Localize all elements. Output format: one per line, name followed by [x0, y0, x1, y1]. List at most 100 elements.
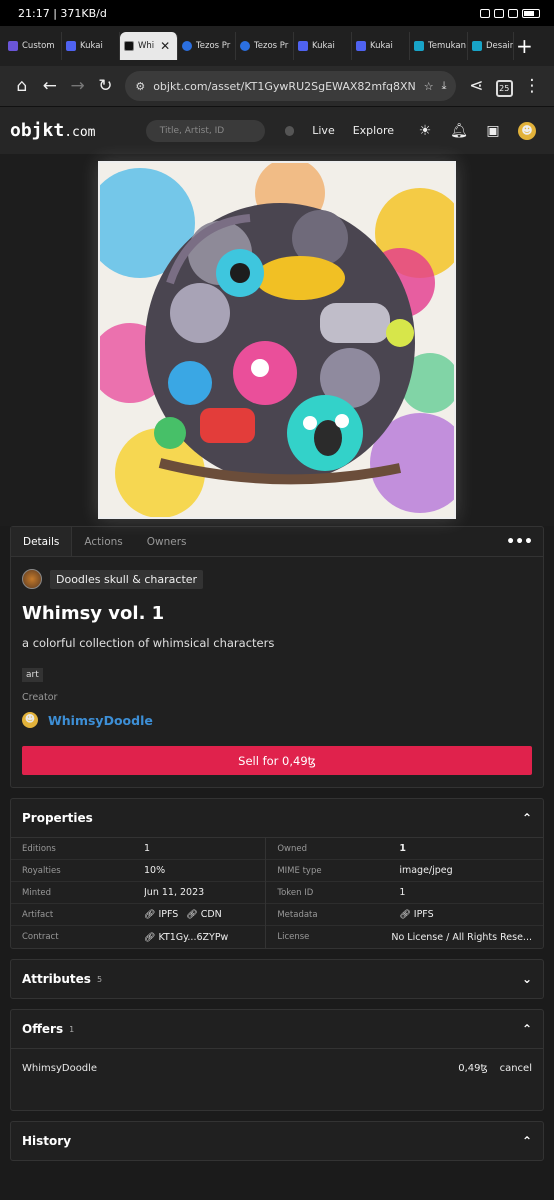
- properties-title: Properties: [22, 811, 93, 825]
- url-text: objkt.com/asset/KT1GywRU2SgEWAX82mfq8XN: [153, 79, 416, 93]
- chevron-up-icon[interactable]: ⌃: [522, 1022, 532, 1036]
- artwork-area: [0, 154, 554, 526]
- history-header[interactable]: History ⌃: [11, 1122, 543, 1160]
- forward-arrow-icon[interactable]: →: [64, 76, 92, 96]
- menu-kebab-icon[interactable]: ⋮: [518, 76, 546, 96]
- reload-icon[interactable]: ↻: [91, 76, 119, 96]
- status-bar: 21:17 | 371KB/d: [0, 0, 554, 26]
- attributes-title: Attributes: [22, 972, 91, 986]
- attributes-header[interactable]: Attributes 5 ⌄: [11, 960, 543, 998]
- link-icon: 🔗︎: [144, 932, 156, 943]
- browser-tab[interactable]: Tezos Pr: [236, 32, 294, 60]
- properties-right-column: Owned 1 MIME type image/jpeg Token ID 1 Met…: [265, 838, 543, 948]
- artifact-cdn-link[interactable]: 🔗︎ CDN: [186, 909, 222, 920]
- notification-bell-icon[interactable]: 🔔︎: [442, 123, 476, 139]
- offer-from[interactable]: WhimsyDoodle: [22, 1063, 97, 1074]
- tag-badge[interactable]: art: [22, 668, 43, 682]
- status-icons: [480, 8, 540, 18]
- token-description: a colorful collection of whimsical chara…: [22, 636, 275, 650]
- tab-favicon-icon: [414, 41, 424, 51]
- new-tab-icon[interactable]: +: [516, 34, 533, 58]
- nav-live-link[interactable]: Live: [312, 124, 334, 137]
- property-row: Metadata 🔗︎ IPFS: [266, 904, 543, 926]
- nav-explore-link[interactable]: Explore: [353, 124, 394, 137]
- offer-row: WhimsyDoodle 0,49ꜩ cancel: [11, 1048, 543, 1110]
- metadata-ipfs-link[interactable]: 🔗︎ IPFS: [399, 909, 433, 920]
- offers-count: 1: [69, 1024, 75, 1034]
- artifact-ipfs-link[interactable]: 🔗︎ IPFS: [144, 909, 178, 920]
- download-icon[interactable]: ⤓: [442, 79, 447, 93]
- browser-tab[interactable]: Kukai: [294, 32, 352, 60]
- site-info-icon[interactable]: ⚙: [135, 80, 145, 93]
- browser-tab-active[interactable]: Whi ✕: [120, 32, 178, 60]
- properties-card: Properties ⌃ Editions 1 Royalties 10% Mint…: [10, 798, 544, 949]
- avatar-icon: ☻: [518, 121, 536, 140]
- attributes-count: 5: [96, 974, 103, 984]
- link-icon: 🔗︎: [186, 910, 198, 920]
- tab-owners[interactable]: Owners: [135, 527, 199, 556]
- tab-favicon-icon: [298, 41, 308, 51]
- property-row: Artifact 🔗︎ IPFS 🔗︎ CDN: [11, 904, 266, 926]
- chevron-up-icon[interactable]: ⌃: [522, 1134, 532, 1148]
- tab-details[interactable]: Details: [11, 527, 73, 556]
- cancel-offer-button[interactable]: cancel: [500, 1063, 532, 1074]
- tab-favicon-icon: [356, 41, 366, 51]
- property-row: Editions 1: [11, 838, 266, 860]
- site-logo[interactable]: objkt.com: [10, 120, 146, 141]
- chevron-up-icon[interactable]: ⌃: [522, 811, 532, 825]
- user-avatar[interactable]: ☻: [510, 121, 544, 140]
- history-title: History: [22, 1134, 72, 1148]
- link-icon: 🔗︎: [144, 910, 156, 920]
- collection-name: Doodles skull & character: [50, 569, 204, 589]
- header-icons: ☀ 🔔︎ ▣ ☻: [408, 121, 544, 140]
- collection-link[interactable]: Doodles skull & character: [22, 569, 532, 589]
- sell-button[interactable]: Sell for 0,49ꜩ: [22, 746, 532, 775]
- address-bar: ⌂ ← → ↻ ⚙ objkt.com/asset/KT1GywRU2SgEWA…: [0, 66, 554, 106]
- share-icon[interactable]: ⋖: [462, 76, 490, 96]
- url-field[interactable]: ⚙ objkt.com/asset/KT1GywRU2SgEWAX82mfq8X…: [125, 71, 457, 101]
- browser-tab[interactable]: Kukai: [352, 32, 410, 60]
- offers-title: Offers: [22, 1022, 64, 1036]
- artwork-image[interactable]: [98, 161, 456, 519]
- browser-tab[interactable]: Desain: [468, 32, 514, 60]
- home-icon[interactable]: ⌂: [8, 76, 36, 96]
- tab-switcher-button[interactable]: 25: [490, 76, 518, 97]
- chevron-down-icon[interactable]: ⌄: [522, 972, 532, 986]
- tab-actions[interactable]: Actions: [72, 527, 134, 556]
- offer-price: 0,49ꜩ: [458, 1063, 488, 1074]
- collection-avatar: [22, 569, 42, 589]
- search-input[interactable]: Title, Artist, ID: [145, 119, 266, 142]
- creator-name: WhimsyDoodle: [48, 712, 153, 728]
- property-row: MIME type image/jpeg: [266, 860, 543, 882]
- battery-icon: [522, 8, 540, 18]
- properties-left-column: Editions 1 Royalties 10% Minted Jun 11, 202…: [11, 838, 266, 948]
- wifi-icon: [494, 8, 504, 18]
- contract-link[interactable]: 🔗︎ KT1Gy...6ZYPw: [144, 932, 228, 943]
- more-options-icon[interactable]: •••: [506, 534, 533, 550]
- tab-favicon-icon: [472, 41, 482, 51]
- wallet-icon[interactable]: ▣: [476, 123, 510, 139]
- tab-favicon-icon: [240, 41, 250, 51]
- creator-link[interactable]: ☻ WhimsyDoodle: [22, 712, 532, 728]
- close-tab-icon[interactable]: ✕: [160, 39, 170, 53]
- link-icon: 🔗︎: [399, 910, 411, 920]
- creator-avatar-icon: ☻: [22, 712, 38, 728]
- browser-tab[interactable]: Temukan: [410, 32, 468, 60]
- theme-sun-icon[interactable]: ☀: [408, 123, 442, 139]
- doodle-artwork-illustration: [100, 163, 454, 517]
- offers-card: Offers 1 ⌃ WhimsyDoodle 0,49ꜩ cancel: [10, 1009, 544, 1111]
- properties-header[interactable]: Properties ⌃: [11, 799, 543, 837]
- browser-tab[interactable]: Custom: [4, 32, 62, 60]
- browser-tab[interactable]: Kukai: [62, 32, 120, 60]
- bookmark-star-icon[interactable]: ☆: [424, 80, 434, 93]
- tab-favicon-icon: [8, 41, 18, 51]
- tab-favicon-icon: [66, 41, 76, 51]
- signal-icon: [480, 8, 490, 18]
- token-title: Whimsy vol. 1: [22, 603, 165, 624]
- property-row: Owned 1: [266, 838, 543, 860]
- property-row: Minted Jun 11, 2023: [11, 882, 266, 904]
- offers-header[interactable]: Offers 1 ⌃: [11, 1010, 543, 1048]
- browser-tab[interactable]: Tezos Pr: [178, 32, 236, 60]
- back-arrow-icon[interactable]: ←: [36, 76, 64, 96]
- live-indicator-dot: [285, 125, 295, 136]
